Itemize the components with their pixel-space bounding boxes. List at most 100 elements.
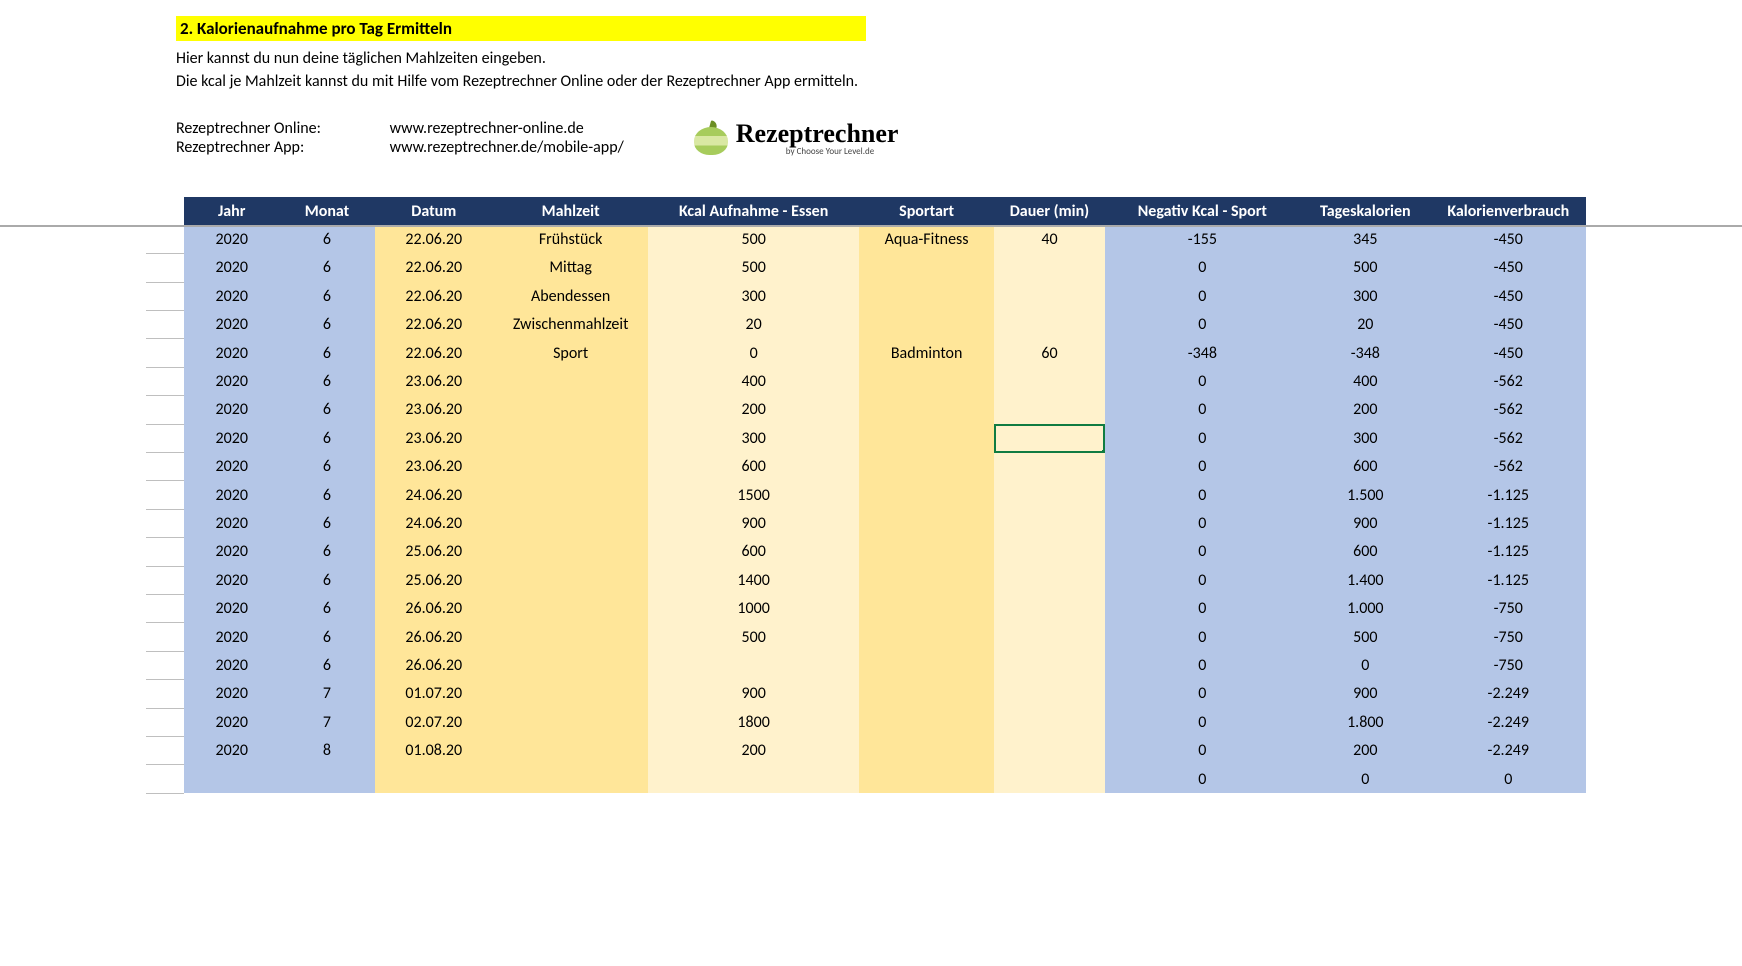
cell-datum[interactable]: 23.06.20 [375,367,493,395]
cell-verb[interactable]: -450 [1430,282,1586,310]
cell-sport[interactable] [859,481,994,509]
cell-verb[interactable]: -450 [1430,254,1586,282]
cell-tag[interactable]: 900 [1300,680,1430,708]
cell-jahr[interactable]: 2020 [184,225,279,253]
cell-mahl[interactable] [493,680,648,708]
cell-kcal[interactable]: 400 [648,367,859,395]
cell-kcal[interactable]: 300 [648,282,859,310]
col-mahl[interactable]: Mahlzeit [493,197,648,225]
cell-neg[interactable]: -348 [1105,339,1301,367]
cell-mahl[interactable] [493,538,648,566]
cell-monat[interactable]: 6 [279,424,374,452]
row-gutter[interactable] [146,623,184,651]
cell-verb[interactable]: -2.249 [1430,708,1586,736]
cell-mahl[interactable] [493,453,648,481]
row-gutter[interactable] [146,311,184,339]
cell-mahl[interactable]: Abendessen [493,282,648,310]
cell-neg[interactable]: 0 [1105,453,1301,481]
cell-sport[interactable] [859,254,994,282]
cell-monat[interactable]: 7 [279,708,374,736]
cell-verb[interactable]: -450 [1430,311,1586,339]
cell-neg[interactable]: 0 [1105,367,1301,395]
cell-datum[interactable]: 01.07.20 [375,680,493,708]
cell-mahl[interactable] [493,566,648,594]
cell-dauer[interactable] [994,396,1104,424]
cell-monat[interactable]: 6 [279,225,374,253]
cell-datum[interactable]: 22.06.20 [375,282,493,310]
cell-monat[interactable]: 6 [279,651,374,679]
cell-neg[interactable]: 0 [1105,254,1301,282]
cell-sport[interactable] [859,453,994,481]
cell-mahl[interactable] [493,736,648,764]
col-jahr[interactable]: Jahr [184,197,279,225]
cell-datum[interactable]: 22.06.20 [375,339,493,367]
cell-dauer[interactable] [994,509,1104,537]
cell-tag[interactable]: 300 [1300,424,1430,452]
cell-jahr[interactable]: 2020 [184,424,279,452]
cell-monat[interactable]: 6 [279,311,374,339]
col-neg[interactable]: Negativ Kcal - Sport [1105,197,1301,225]
cell-monat[interactable]: 6 [279,396,374,424]
cell-tag[interactable]: 345 [1300,225,1430,253]
cell-tag[interactable]: 500 [1300,623,1430,651]
cell-jahr[interactable]: 2020 [184,311,279,339]
row-gutter[interactable] [146,538,184,566]
cell-datum[interactable]: 23.06.20 [375,453,493,481]
cell-verb[interactable]: -1.125 [1430,566,1586,594]
cell-tag[interactable]: 1.400 [1300,566,1430,594]
cell-tag[interactable]: 1.000 [1300,594,1430,622]
cell-kcal[interactable]: 300 [648,424,859,452]
cell-mahl[interactable] [493,708,648,736]
cell-tag[interactable]: 600 [1300,538,1430,566]
cell-kcal[interactable]: 900 [648,680,859,708]
cell-neg[interactable]: 0 [1105,708,1301,736]
cell-mahl[interactable] [493,623,648,651]
cell-sport[interactable] [859,708,994,736]
cell-sport[interactable] [859,623,994,651]
cell-jahr[interactable]: 2020 [184,708,279,736]
row-gutter[interactable] [146,509,184,537]
col-datum[interactable]: Datum [375,197,493,225]
row-gutter[interactable] [146,566,184,594]
cell-verb[interactable]: -1.125 [1430,481,1586,509]
cell-sport[interactable] [859,566,994,594]
cell-kcal[interactable]: 900 [648,509,859,537]
cell-datum[interactable]: 26.06.20 [375,651,493,679]
cell-kcal[interactable] [648,765,859,793]
cell-datum[interactable]: 26.06.20 [375,623,493,651]
cell-jahr[interactable] [184,765,279,793]
cell-kcal[interactable]: 500 [648,254,859,282]
cell-kcal[interactable]: 20 [648,311,859,339]
row-gutter[interactable] [146,481,184,509]
cell-kcal[interactable]: 600 [648,538,859,566]
cell-verb[interactable]: -450 [1430,339,1586,367]
row-gutter[interactable] [146,453,184,481]
cell-dauer[interactable] [994,311,1104,339]
cell-tag[interactable]: 0 [1300,651,1430,679]
row-gutter[interactable] [146,708,184,736]
cell-monat[interactable]: 6 [279,339,374,367]
cell-mahl[interactable] [493,651,648,679]
cell-jahr[interactable]: 2020 [184,594,279,622]
cell-monat[interactable]: 6 [279,509,374,537]
cell-tag[interactable]: 400 [1300,367,1430,395]
cell-jahr[interactable]: 2020 [184,538,279,566]
cell-jahr[interactable]: 2020 [184,339,279,367]
cell-mahl[interactable]: Zwischenmahlzeit [493,311,648,339]
cell-dauer[interactable] [994,623,1104,651]
cell-kcal[interactable]: 500 [648,623,859,651]
cell-kcal[interactable]: 1800 [648,708,859,736]
cell-mahl[interactable] [493,367,648,395]
col-kcal[interactable]: Kcal Aufnahme - Essen [648,197,859,225]
cell-monat[interactable]: 6 [279,282,374,310]
cell-kcal[interactable]: 1500 [648,481,859,509]
cell-datum[interactable]: 23.06.20 [375,424,493,452]
cell-kcal[interactable]: 1400 [648,566,859,594]
cell-jahr[interactable]: 2020 [184,453,279,481]
cell-verb[interactable]: -562 [1430,396,1586,424]
cell-verb[interactable]: -562 [1430,453,1586,481]
cell-mahl[interactable] [493,509,648,537]
cell-monat[interactable]: 6 [279,623,374,651]
cell-sport[interactable] [859,509,994,537]
cell-dauer[interactable] [994,282,1104,310]
